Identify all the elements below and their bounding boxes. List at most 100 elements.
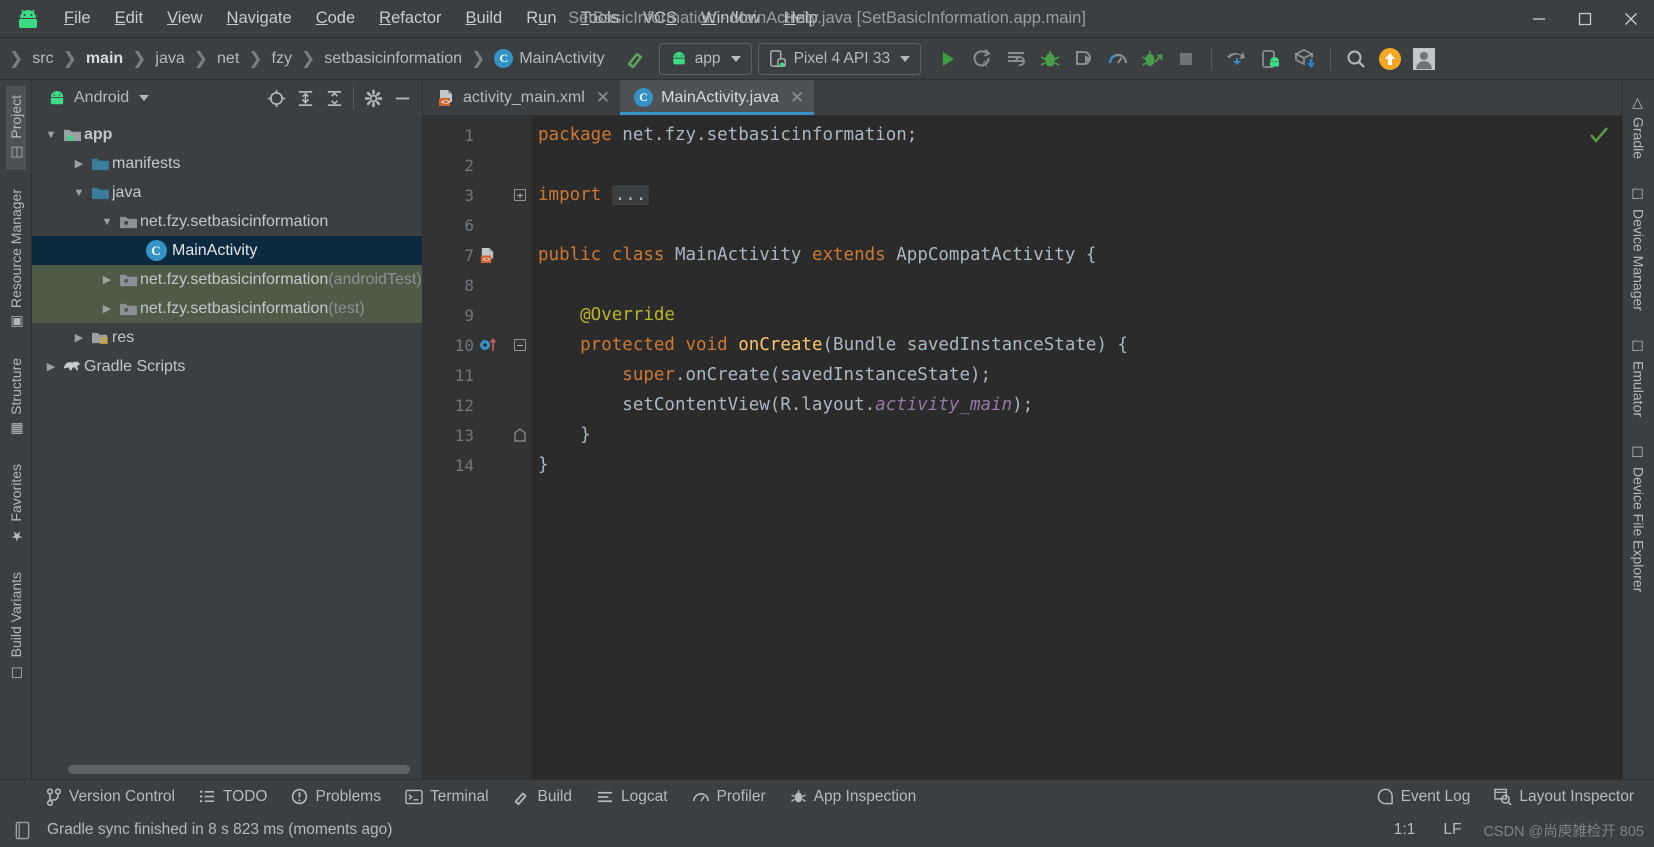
device-selector[interactable]: Pixel 4 API 33 (757, 42, 922, 75)
chevron-down-icon[interactable]: ▼ (98, 216, 116, 228)
menu-tools[interactable]: Tools (569, 5, 632, 32)
breadcrumb-item-fzy[interactable]: fzy (266, 47, 298, 71)
menu-build[interactable]: Build (454, 5, 515, 32)
close-icon[interactable]: ✕ (593, 88, 610, 108)
project-view-selector[interactable]: Android (42, 86, 154, 110)
menu-file[interactable]: File (52, 5, 103, 32)
bottom-tab-app-inspection[interactable]: App Inspection (778, 784, 929, 810)
tool-window-favorites[interactable]: ★ Favorites (6, 455, 26, 553)
menu-run[interactable]: Run (514, 5, 568, 32)
override-method-icon[interactable] (474, 335, 508, 355)
crosshair-target-icon[interactable] (262, 84, 290, 112)
bottom-tab-problems[interactable]: Problems (279, 784, 392, 810)
chevron-right-icon[interactable]: ▶ (70, 157, 88, 170)
bottom-tab-version-control[interactable]: Version Control (34, 784, 187, 810)
menu-edit[interactable]: Edit (103, 5, 155, 32)
tree-node-manifests[interactable]: ▶ manifests (32, 149, 422, 178)
folded-imports[interactable]: ... (611, 185, 650, 205)
menu-bar[interactable]: File Edit View Navigate Code Refactor Bu… (52, 5, 830, 32)
tool-window-gradle[interactable]: △ Gradle (1629, 86, 1649, 168)
menu-refactor[interactable]: Refactor (367, 5, 453, 32)
profiler-gauge-icon[interactable] (1101, 44, 1135, 74)
menu-help[interactable]: Help (772, 5, 830, 32)
collapse-all-icon[interactable] (320, 84, 348, 112)
tree-node-app[interactable]: ▼ app (32, 120, 422, 149)
breadcrumb-item-java[interactable]: java (149, 47, 190, 71)
line-separator[interactable]: LF (1437, 818, 1467, 842)
gradle-sync-icon[interactable] (1220, 44, 1254, 74)
tool-window-resource-manager[interactable]: ▣ Resource Manager (6, 180, 26, 339)
minimize-icon[interactable] (388, 84, 416, 112)
window-controls[interactable] (1516, 0, 1654, 38)
tool-window-device-file-explorer[interactable]: ☐ Device File Explorer (1629, 436, 1649, 601)
chevron-down-icon[interactable]: ▼ (70, 187, 88, 199)
tree-node-package-androidtest[interactable]: ▶ net.fzy.setbasicinformation (androidTe… (32, 265, 422, 294)
bottom-tab-logcat[interactable]: Logcat (584, 784, 680, 810)
scrollbar-thumb[interactable] (68, 765, 410, 774)
update-arrow-icon[interactable] (1373, 44, 1407, 74)
run-button[interactable] (931, 44, 965, 74)
caret-position[interactable]: 1:1 (1388, 818, 1422, 842)
tool-window-build-variants[interactable]: ☐ Build Variants (6, 563, 26, 688)
tree-node-package-main[interactable]: ▼ net.fzy.setbasicinformation (32, 207, 422, 236)
chevron-right-icon[interactable]: ▶ (42, 360, 60, 373)
tool-window-device-manager[interactable]: ☐ Device Manager (1629, 178, 1649, 320)
breadcrumb-item-src[interactable]: src (26, 47, 59, 71)
maximize-button[interactable] (1562, 0, 1608, 38)
tree-node-package-test[interactable]: ▶ net.fzy.setbasicinformation (test) (32, 294, 422, 323)
editor-tab-activity-main-xml[interactable]: <> activity_main.xml ✕ (423, 80, 620, 115)
attach-debugger-icon[interactable] (1067, 44, 1101, 74)
tool-window-project[interactable]: ◫ Project (5, 86, 26, 170)
tree-node-java[interactable]: ▼ java (32, 178, 422, 207)
breadcrumb-item-setbasicinformation[interactable]: setbasicinformation (318, 47, 468, 71)
debug-button[interactable] (1033, 44, 1067, 74)
close-button[interactable] (1608, 0, 1654, 38)
coverage-icon[interactable] (1135, 44, 1169, 74)
layout-file-icon[interactable]: <> (474, 247, 508, 264)
tree-node-mainactivity[interactable]: ▶ C MainActivity (32, 236, 422, 265)
stop-square-icon[interactable] (1169, 44, 1203, 74)
menu-window[interactable]: Window (689, 5, 772, 32)
project-tree[interactable]: ▼ app ▶ manifests ▼ java ▼ net.fzy.setba… (32, 116, 422, 761)
fold-collapse-icon[interactable]: − (514, 339, 526, 351)
chevron-right-icon[interactable]: ▶ (98, 273, 116, 286)
editor-fold-column[interactable]: + − (508, 116, 532, 779)
code-content[interactable]: package net.fzy.setbasicinformation; imp… (532, 116, 1622, 779)
tool-window-emulator[interactable]: ☐ Emulator (1629, 330, 1649, 426)
sdk-manager-icon[interactable] (1288, 44, 1322, 74)
chevron-down-icon[interactable]: ▼ (42, 129, 60, 141)
editor-gutter[interactable]: 1 2 3 6 7 <> 8 9 10 11 12 13 14 (423, 116, 508, 779)
bottom-tab-event-log[interactable]: Event Log (1365, 784, 1483, 810)
apply-code-changes-icon[interactable]: A (965, 44, 999, 74)
gear-icon[interactable] (359, 84, 387, 112)
search-icon[interactable] (1339, 44, 1373, 74)
avatar-icon[interactable] (1407, 44, 1441, 74)
editor-tab-mainactivity-java[interactable]: C MainActivity.java ✕ (620, 80, 815, 115)
fold-expand-icon[interactable]: + (514, 189, 526, 201)
bottom-tab-profiler[interactable]: Profiler (680, 784, 778, 810)
status-message[interactable]: Gradle sync finished in 8 s 823 ms (mome… (41, 818, 398, 842)
bottom-tab-layout-inspector[interactable]: Layout Inspector (1482, 784, 1646, 810)
minimize-button[interactable] (1516, 0, 1562, 38)
tree-node-gradle-scripts[interactable]: ▶ Gradle Scripts (32, 352, 422, 381)
bottom-tab-terminal[interactable]: Terminal (393, 784, 501, 810)
tool-window-structure[interactable]: ▦ Structure (6, 349, 26, 446)
make-project-button[interactable] (619, 44, 653, 74)
bottom-tab-build[interactable]: Build (501, 784, 584, 810)
apply-changes-restart-icon[interactable] (999, 44, 1033, 74)
code-editor[interactable]: 1 2 3 6 7 <> 8 9 10 11 12 13 14 + − pack… (423, 116, 1622, 779)
bottom-tab-todo[interactable]: TODO (187, 784, 280, 810)
menu-vcs[interactable]: VCS (631, 5, 689, 32)
menu-navigate[interactable]: Navigate (215, 5, 304, 32)
avd-manager-icon[interactable] (1254, 44, 1288, 74)
breadcrumb-item-mainactivity[interactable]: C MainActivity (488, 46, 610, 71)
menu-code[interactable]: Code (304, 5, 367, 32)
chevron-right-icon[interactable]: ▶ (70, 331, 88, 344)
breadcrumb-item-net[interactable]: net (211, 47, 245, 71)
expand-all-icon[interactable] (291, 84, 319, 112)
menu-view[interactable]: View (155, 5, 214, 32)
project-panel-horizontal-scrollbar[interactable] (32, 761, 422, 779)
close-icon[interactable]: ✕ (787, 88, 804, 108)
tree-node-res[interactable]: ▶ res (32, 323, 422, 352)
run-configuration-selector[interactable]: app (658, 42, 752, 75)
